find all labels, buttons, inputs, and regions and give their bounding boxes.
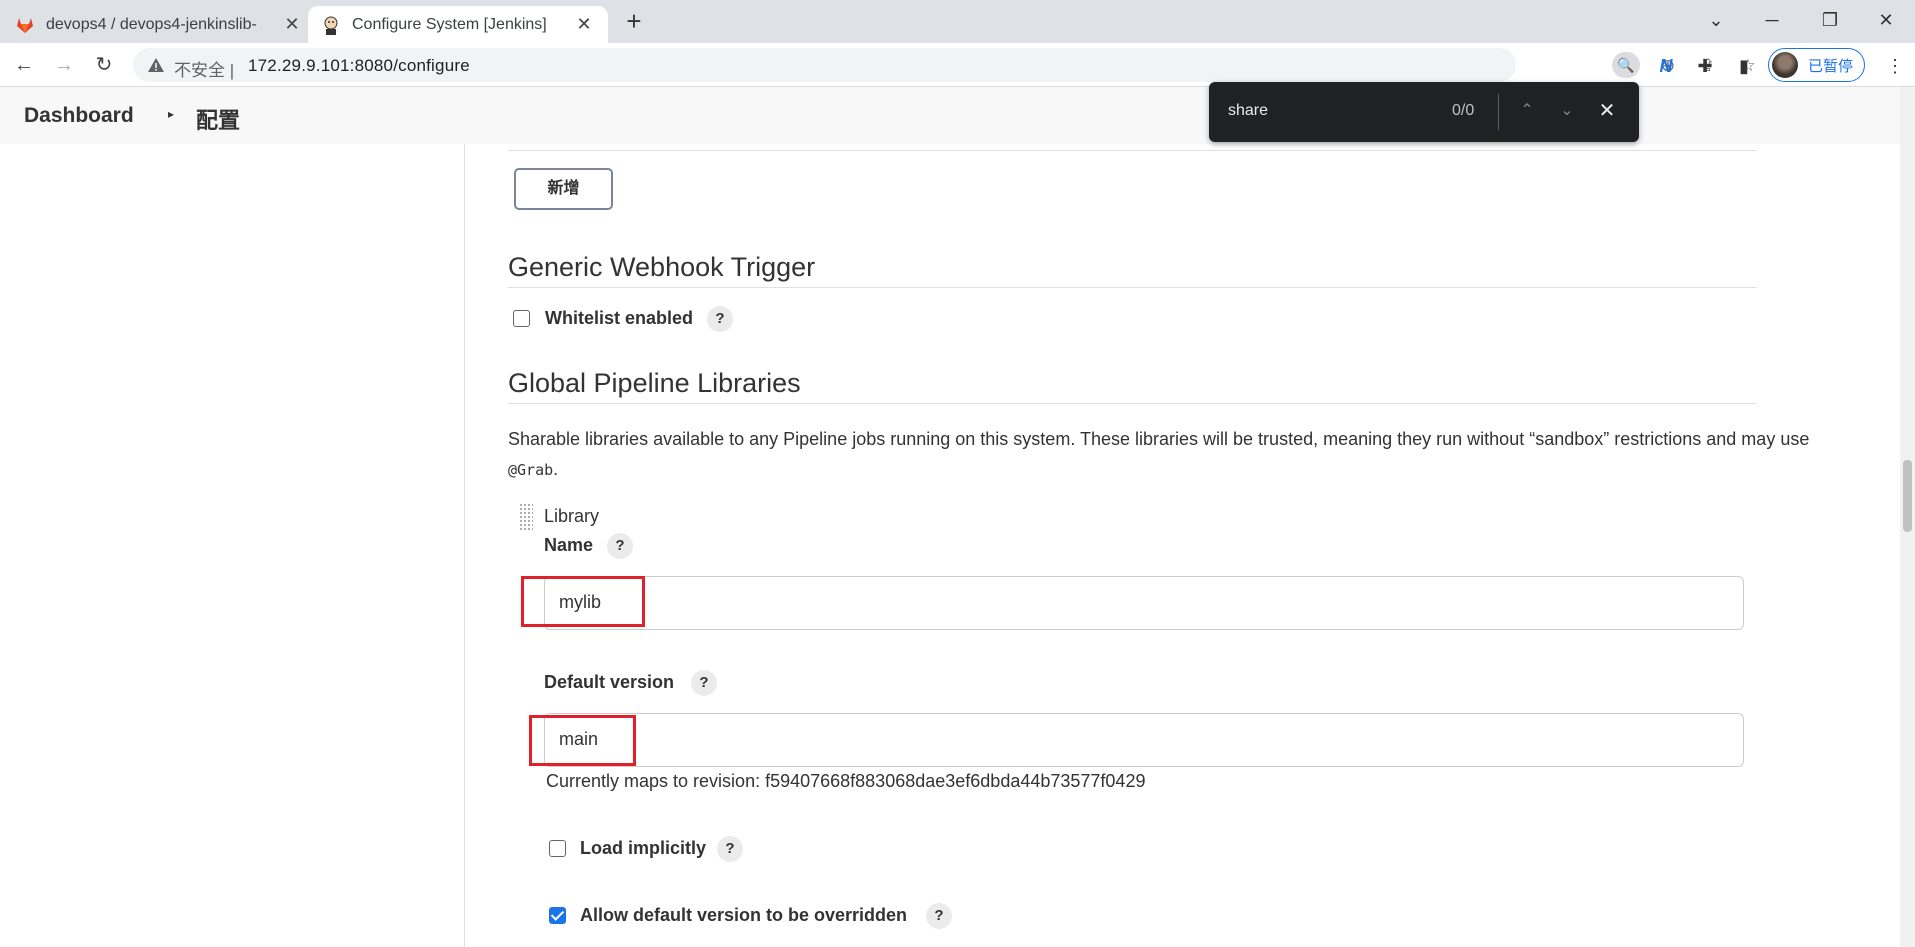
vertical-scrollbar[interactable] <box>1900 87 1915 947</box>
breadcrumb-separator-icon[interactable]: ▸ <box>168 107 174 121</box>
find-divider <box>1498 94 1499 130</box>
address-bar[interactable]: 不安全 | 172.29.9.101:8080/configure 🔍 ⊕ ⇪ … <box>133 48 1756 82</box>
section-divider <box>508 287 1757 288</box>
tab-gitlab[interactable]: devops4 / devops4-jenkinslib- ✕ <box>14 6 304 43</box>
section-divider <box>508 150 1757 151</box>
whitelist-checkbox[interactable] <box>513 310 530 327</box>
tab-jenkins[interactable]: Configure System [Jenkins] ✕ <box>308 6 608 43</box>
allow-override-checkbox[interactable] <box>549 907 566 924</box>
back-icon[interactable]: ← <box>10 51 38 79</box>
side-panel-icon[interactable]: ▮ <box>1731 53 1757 79</box>
extension-n-icon[interactable]: N <box>1653 53 1679 79</box>
close-icon[interactable]: ✕ <box>572 14 596 35</box>
profile-button[interactable]: 已暂停 <box>1768 48 1865 82</box>
help-icon[interactable]: ? <box>707 306 733 332</box>
reload-icon[interactable]: ↻ <box>90 51 118 79</box>
extensions-puzzle-icon[interactable]: ✚ <box>1692 53 1718 79</box>
highlight-box <box>529 715 636 766</box>
load-implicitly-label: Load implicitly <box>580 838 707 858</box>
description-code: @Grab <box>508 461 554 479</box>
description-text: Sharable libraries available to any Pipe… <box>508 429 1810 449</box>
avatar <box>1772 52 1798 78</box>
name-label: Name <box>544 535 594 555</box>
minimize-icon[interactable]: ─ <box>1752 4 1792 36</box>
default-version-label: Default version <box>544 672 675 692</box>
profile-label: 已暂停 <box>1808 57 1854 75</box>
add-button[interactable]: 新增 <box>514 168 613 210</box>
url-text: 172.29.9.101:8080/configure <box>248 56 470 75</box>
breadcrumb-current: 配置 <box>196 108 241 133</box>
name-input[interactable]: mylib <box>544 576 1744 630</box>
webhook-heading: Generic Webhook Trigger <box>508 252 816 282</box>
security-separator: | <box>229 61 235 80</box>
browser-toolbar: ← → ↻ 不安全 | 172.29.9.101:8080/configure … <box>0 43 1915 87</box>
description-end: . <box>553 459 559 479</box>
find-next-icon[interactable]: ⌄ <box>1554 98 1580 124</box>
pipeline-libs-description: Sharable libraries available to any Pipe… <box>508 424 1828 485</box>
find-close-icon[interactable]: ✕ <box>1594 98 1620 124</box>
library-title: Library <box>544 506 600 526</box>
find-input[interactable]: share <box>1228 102 1268 120</box>
whitelist-label: Whitelist enabled <box>545 308 694 328</box>
highlight-box <box>521 576 645 627</box>
breadcrumb-dashboard[interactable]: Dashboard <box>24 104 134 128</box>
forward-icon[interactable]: → <box>50 51 78 79</box>
revision-text: Currently maps to revision: f59407668f88… <box>546 771 1146 791</box>
help-icon[interactable]: ? <box>926 903 952 929</box>
tab-strip: devops4 / devops4-jenkinslib- ✕ Configur… <box>0 0 1915 43</box>
find-previous-icon[interactable]: ⌃ <box>1514 98 1540 124</box>
menu-dots-icon[interactable]: ⋮ <box>1882 53 1908 79</box>
window-close-icon[interactable]: ✕ <box>1866 4 1906 36</box>
help-icon[interactable]: ? <box>607 533 633 559</box>
allow-override-label: Allow default version to be overridden <box>580 905 908 925</box>
jenkins-icon <box>320 14 342 36</box>
restore-icon[interactable]: ❐ <box>1810 4 1850 36</box>
help-icon[interactable]: ? <box>717 836 743 862</box>
close-icon[interactable]: ✕ <box>280 14 304 35</box>
find-count: 0/0 <box>1452 102 1475 119</box>
new-tab-icon[interactable]: + <box>620 8 648 36</box>
tab-label: devops4 / devops4-jenkinslib- <box>46 15 257 33</box>
find-bar: share 0/0 ⌃ ⌄ ✕ <box>1209 82 1639 142</box>
pipeline-libs-heading: Global Pipeline Libraries <box>508 368 801 398</box>
security-label: 不安全 | <box>174 56 234 81</box>
find-in-page-icon[interactable]: 🔍 <box>1612 52 1640 78</box>
load-implicitly-checkbox[interactable] <box>549 840 566 857</box>
content-left-border <box>464 144 465 947</box>
warning-icon <box>148 58 164 72</box>
security-text: 不安全 <box>174 61 225 80</box>
section-divider <box>508 403 1757 404</box>
tab-label: Configure System [Jenkins] <box>352 15 547 33</box>
default-version-input[interactable]: main <box>544 713 1744 767</box>
tab-search-icon[interactable]: ⌄ <box>1696 4 1736 36</box>
gitlab-icon <box>14 14 36 36</box>
scrollbar-thumb[interactable] <box>1903 460 1912 532</box>
help-icon[interactable]: ? <box>691 670 717 696</box>
drag-handle-icon[interactable] <box>519 503 533 531</box>
